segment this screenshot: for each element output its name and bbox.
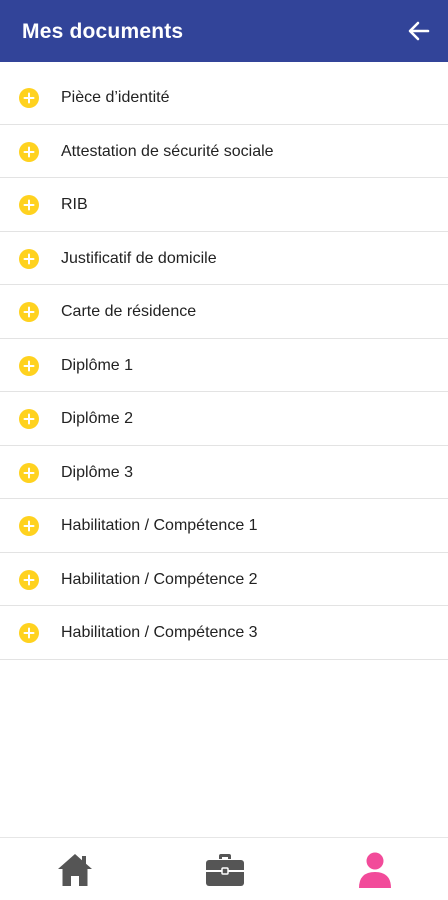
document-item[interactable]: Carte de résidence bbox=[0, 285, 448, 339]
document-label: Pièce d’identité bbox=[61, 89, 170, 106]
document-item[interactable]: Justificatif de domicile bbox=[0, 232, 448, 285]
nav-profile[interactable] bbox=[355, 850, 395, 890]
bottom-navigation bbox=[0, 837, 448, 900]
document-label: RIB bbox=[61, 196, 88, 213]
document-item[interactable]: Pièce d’identité bbox=[0, 71, 448, 125]
document-label: Habilitation / Compétence 2 bbox=[61, 570, 258, 588]
home-icon bbox=[58, 854, 92, 886]
add-circle-icon[interactable] bbox=[19, 302, 39, 322]
document-label: Carte de résidence bbox=[61, 303, 197, 320]
back-button[interactable] bbox=[402, 14, 436, 48]
user-icon bbox=[359, 852, 391, 888]
document-item[interactable]: Habilitation / Compétence 1 bbox=[0, 499, 448, 553]
document-label: Diplôme 3 bbox=[61, 463, 134, 481]
briefcase-icon bbox=[206, 854, 244, 886]
document-label: Diplôme 1 bbox=[61, 356, 134, 374]
nav-missions[interactable] bbox=[205, 850, 245, 890]
document-label: Justificatif de domicile bbox=[61, 249, 217, 267]
add-circle-icon[interactable] bbox=[19, 409, 39, 429]
nav-home[interactable] bbox=[55, 850, 95, 890]
arrow-left-icon bbox=[408, 21, 430, 41]
document-label: Attestation de sécurité sociale bbox=[61, 142, 274, 160]
document-label: Diplôme 2 bbox=[61, 410, 134, 427]
app-screen: Mes documents Pièce d’identité Attestati… bbox=[0, 0, 448, 900]
document-item[interactable]: Habilitation / Compétence 3 bbox=[0, 606, 448, 660]
document-item[interactable]: RIB bbox=[0, 178, 448, 232]
document-list: Pièce d’identité Attestation de sécurité… bbox=[0, 71, 448, 660]
add-circle-icon[interactable] bbox=[19, 195, 39, 215]
add-circle-icon[interactable] bbox=[19, 88, 39, 108]
document-item[interactable]: Diplôme 1 bbox=[0, 339, 448, 392]
add-circle-icon[interactable] bbox=[19, 516, 39, 536]
document-item[interactable]: Attestation de sécurité sociale bbox=[0, 125, 448, 178]
document-label: Habilitation / Compétence 1 bbox=[61, 517, 258, 534]
document-label: Habilitation / Compétence 3 bbox=[61, 624, 258, 641]
document-item[interactable]: Diplôme 3 bbox=[0, 446, 448, 499]
document-item[interactable]: Habilitation / Compétence 2 bbox=[0, 553, 448, 606]
add-circle-icon[interactable] bbox=[19, 355, 39, 376]
add-circle-icon[interactable] bbox=[19, 141, 39, 162]
add-circle-icon[interactable] bbox=[19, 569, 39, 590]
document-item[interactable]: Diplôme 2 bbox=[0, 392, 448, 446]
add-circle-icon[interactable] bbox=[19, 248, 39, 269]
page-title: Mes documents bbox=[22, 20, 184, 43]
add-circle-icon[interactable] bbox=[19, 462, 39, 483]
add-circle-icon[interactable] bbox=[19, 623, 39, 643]
app-header: Mes documents bbox=[0, 0, 448, 62]
